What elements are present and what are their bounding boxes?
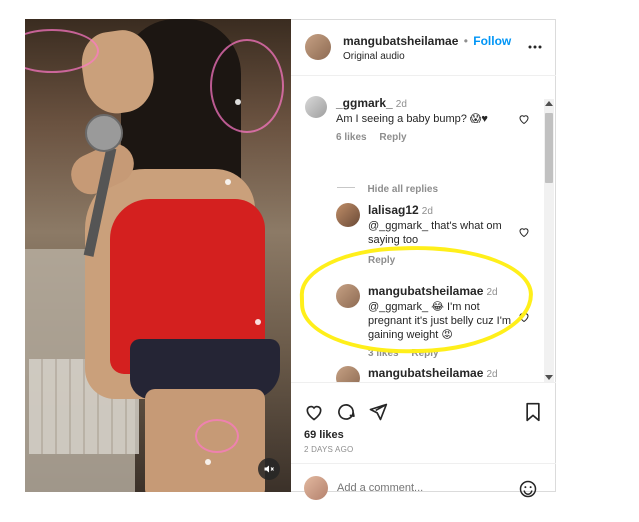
comment-username[interactable]: _ggmark_: [336, 96, 393, 110]
heart-icon[interactable]: [518, 311, 530, 323]
likes-count[interactable]: 69 likes: [304, 429, 344, 441]
sparkle: [205, 459, 211, 465]
microphone: [85, 114, 123, 152]
comment-username[interactable]: lalisag12: [368, 203, 419, 217]
pink-swirl-effect: [195, 419, 239, 453]
scroll-up-arrow[interactable]: [545, 101, 553, 106]
more-horizontal-icon: [528, 45, 542, 49]
hide-replies-toggle[interactable]: Hide all replies: [337, 179, 438, 197]
scroll-down-arrow[interactable]: [545, 375, 553, 380]
author-avatar[interactable]: [305, 34, 331, 60]
comment-likes[interactable]: 3 likes: [368, 348, 399, 359]
sparkle: [235, 99, 241, 105]
scrollbar-thumb[interactable]: [545, 113, 553, 183]
commenter-avatar[interactable]: [305, 96, 327, 118]
post-date: 2 DAYS AGO: [304, 445, 354, 454]
current-user-avatar: [304, 476, 328, 500]
commenter-avatar[interactable]: [336, 284, 360, 308]
commenter-avatar[interactable]: [336, 366, 360, 382]
separator-dot: •: [463, 34, 468, 48]
comment-username[interactable]: mangubatsheilamae: [368, 284, 483, 298]
mute-button[interactable]: [258, 458, 280, 480]
more-options-button[interactable]: [527, 40, 543, 52]
post-header: mangubatsheilamae • Follow Original audi…: [291, 19, 556, 76]
comment-time: 2d: [486, 287, 498, 298]
post-actions: 69 likes 2 DAYS AGO: [291, 382, 556, 500]
comments-scrollbar[interactable]: [544, 99, 554, 382]
emoji-icon[interactable]: [519, 480, 537, 498]
heart-icon[interactable]: [304, 402, 324, 422]
reply-button[interactable]: Reply: [379, 132, 406, 143]
hide-replies-label[interactable]: Hide all replies: [367, 184, 438, 195]
comment-username[interactable]: mangubatsheilamae: [368, 366, 483, 380]
author-username[interactable]: mangubatsheilamae: [343, 34, 458, 48]
reply-button[interactable]: Reply: [411, 348, 438, 359]
muted-speaker-icon: [264, 465, 274, 473]
post-panel: mangubatsheilamae • Follow Original audi…: [291, 19, 556, 500]
heart-icon[interactable]: [518, 113, 530, 125]
follow-button[interactable]: Follow: [473, 34, 511, 48]
divider: [291, 463, 556, 464]
heart-icon[interactable]: [518, 226, 530, 238]
comment-time: 2d: [421, 206, 433, 217]
comment-input[interactable]: [337, 480, 507, 496]
divider-line: [337, 187, 355, 189]
comment-text: Am I seeing a baby bump? 😱♥: [336, 113, 488, 125]
bookmark-icon[interactable]: [524, 402, 542, 422]
reply-button[interactable]: Reply: [368, 255, 395, 266]
comment-likes[interactable]: 6 likes: [336, 132, 367, 143]
comments-list: _ggmark_ 2d Am I seeing a baby bump? 😱♥ …: [291, 76, 556, 382]
sparkle: [255, 319, 261, 325]
sparkle: [225, 179, 231, 185]
comment-icon[interactable]: [336, 402, 356, 422]
comment-text: @_ggmark_ 😂 I'm not pregnant it's just b…: [368, 301, 511, 341]
audio-label[interactable]: Original audio: [343, 51, 405, 62]
comment-text: @_ggmark_ that's what om saying too: [368, 220, 502, 246]
post-video[interactable]: [25, 19, 291, 492]
commenter-avatar[interactable]: [336, 203, 360, 227]
comment-time: 2d: [486, 369, 498, 380]
share-icon[interactable]: [368, 402, 388, 422]
comment-time: 2d: [395, 99, 407, 110]
pink-swirl-effect: [210, 39, 284, 133]
